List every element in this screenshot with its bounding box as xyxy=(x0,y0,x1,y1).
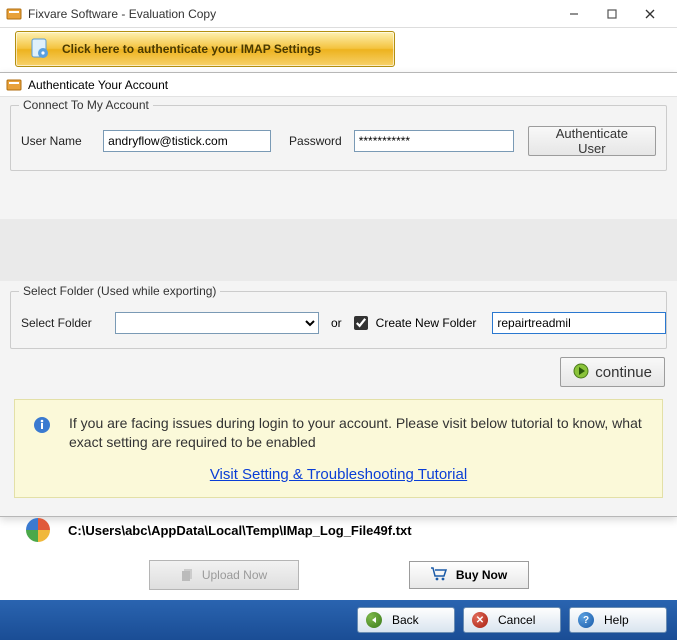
dialog-icon xyxy=(6,77,22,93)
username-input[interactable] xyxy=(103,130,271,152)
cart-icon xyxy=(430,566,448,585)
background-content: C:\Users\abc\AppData\Local\Temp\IMap_Log… xyxy=(0,506,677,640)
select-folder-label: Select Folder xyxy=(21,316,107,330)
help-button[interactable]: ? Help xyxy=(569,607,667,633)
toolbar: Click here to authenticate your IMAP Set… xyxy=(0,28,677,70)
window-titlebar: Fixvare Software - Evaluation Copy xyxy=(0,0,677,28)
log-path-text: C:\Users\abc\AppData\Local\Temp\IMap_Log… xyxy=(68,523,412,538)
upload-label: Upload Now xyxy=(202,568,267,582)
minimize-button[interactable] xyxy=(555,2,593,26)
back-label: Back xyxy=(392,613,419,627)
username-label: User Name xyxy=(21,134,95,148)
upload-now-button: Upload Now xyxy=(149,560,299,590)
connect-account-group: Connect To My Account User Name Password… xyxy=(10,105,667,171)
authenticate-imap-button[interactable]: Click here to authenticate your IMAP Set… xyxy=(15,31,395,67)
continue-icon xyxy=(573,363,589,382)
log-icon xyxy=(22,514,54,546)
close-button[interactable] xyxy=(631,2,669,26)
password-label: Password xyxy=(289,134,342,148)
create-new-folder-label: Create New Folder xyxy=(376,316,477,330)
select-folder-group: Select Folder (Used while exporting) Sel… xyxy=(10,291,667,349)
info-box: If you are facing issues during login to… xyxy=(14,399,663,498)
cancel-icon: ✕ xyxy=(472,612,488,628)
password-input[interactable] xyxy=(354,130,514,152)
spacer xyxy=(0,219,677,281)
back-button[interactable]: Back xyxy=(357,607,455,633)
buy-now-button[interactable]: Buy Now xyxy=(409,561,529,589)
wizard-footer: Back ✕ Cancel ? Help xyxy=(0,600,677,640)
or-text: or xyxy=(331,316,342,330)
dialog-titlebar: Authenticate Your Account xyxy=(0,73,677,97)
tutorial-link[interactable]: Visit Setting & Troubleshooting Tutorial xyxy=(210,466,467,483)
connect-account-legend: Connect To My Account xyxy=(19,98,153,112)
app-icon xyxy=(6,6,22,22)
authenticate-user-button[interactable]: Authenticate User xyxy=(528,126,656,156)
back-icon xyxy=(366,612,382,628)
upload-icon xyxy=(180,566,196,585)
info-icon xyxy=(33,416,51,437)
create-new-folder-checkbox[interactable] xyxy=(354,316,368,330)
help-label: Help xyxy=(604,613,629,627)
continue-button[interactable]: continue xyxy=(560,357,665,387)
maximize-button[interactable] xyxy=(593,2,631,26)
authenticate-imap-label: Click here to authenticate your IMAP Set… xyxy=(62,42,321,56)
authenticate-user-label: Authenticate User xyxy=(543,126,641,156)
settings-doc-icon xyxy=(28,37,52,61)
select-folder-dropdown[interactable] xyxy=(115,312,319,334)
cancel-label: Cancel xyxy=(498,613,535,627)
info-message: If you are facing issues during login to… xyxy=(69,414,644,452)
new-folder-input[interactable] xyxy=(492,312,666,334)
cancel-button[interactable]: ✕ Cancel xyxy=(463,607,561,633)
window-title: Fixvare Software - Evaluation Copy xyxy=(28,7,555,21)
dialog-title: Authenticate Your Account xyxy=(28,78,168,92)
continue-label: continue xyxy=(595,364,652,381)
select-folder-legend: Select Folder (Used while exporting) xyxy=(19,284,220,298)
help-icon: ? xyxy=(578,612,594,628)
authenticate-dialog: Authenticate Your Account Connect To My … xyxy=(0,72,677,517)
buy-now-label: Buy Now xyxy=(456,568,507,582)
